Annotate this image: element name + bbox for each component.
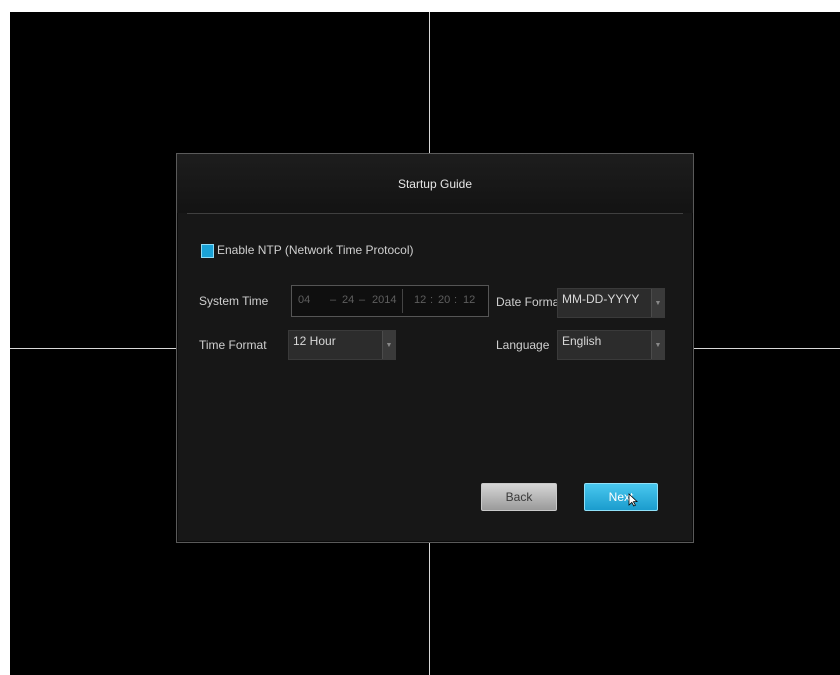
enable-ntp-checkbox[interactable] [201,244,214,258]
chevron-down-icon[interactable]: ▼ [651,331,664,359]
language-value: English [562,334,602,348]
back-button[interactable]: Back [481,483,557,511]
date-separator: – [330,294,337,306]
startup-guide-dialog: Startup Guide Enable NTP (Network Time P… [176,153,694,543]
hour-field[interactable]: 12 [414,294,426,306]
time-separator: : [454,294,458,306]
month-field[interactable]: 04 [298,294,310,306]
date-separator: – [359,294,366,306]
date-format-label: Date Format [496,295,563,309]
chevron-down-icon[interactable]: ▼ [382,331,395,359]
chevron-down-icon[interactable]: ▼ [651,289,664,317]
enable-ntp-label: Enable NTP (Network Time Protocol) [217,243,414,257]
date-format-select[interactable]: MM-DD-YYYY ▼ [557,288,665,318]
year-field[interactable]: 2014 [372,294,396,306]
time-format-label: Time Format [199,338,267,352]
date-format-value: MM-DD-YYYY [562,292,640,306]
day-field[interactable]: 24 [342,294,354,306]
language-label: Language [496,338,550,352]
camera-grid-screen: Startup Guide Enable NTP (Network Time P… [10,12,840,675]
time-separator: : [430,294,434,306]
title-divider [187,213,683,214]
minute-field[interactable]: 20 [438,294,450,306]
next-button[interactable]: Next [584,483,658,511]
dialog-title: Startup Guide [177,154,693,213]
system-time-field[interactable]: 04 – 24 – 2014 12 : 20 : 12 [291,285,489,317]
time-format-select[interactable]: 12 Hour ▼ [288,330,396,360]
system-time-label: System Time [199,294,269,308]
second-field[interactable]: 12 [463,294,475,306]
mouse-cursor-icon [628,493,638,507]
language-select[interactable]: English ▼ [557,330,665,360]
date-time-divider [402,289,403,313]
time-format-value: 12 Hour [293,334,336,348]
